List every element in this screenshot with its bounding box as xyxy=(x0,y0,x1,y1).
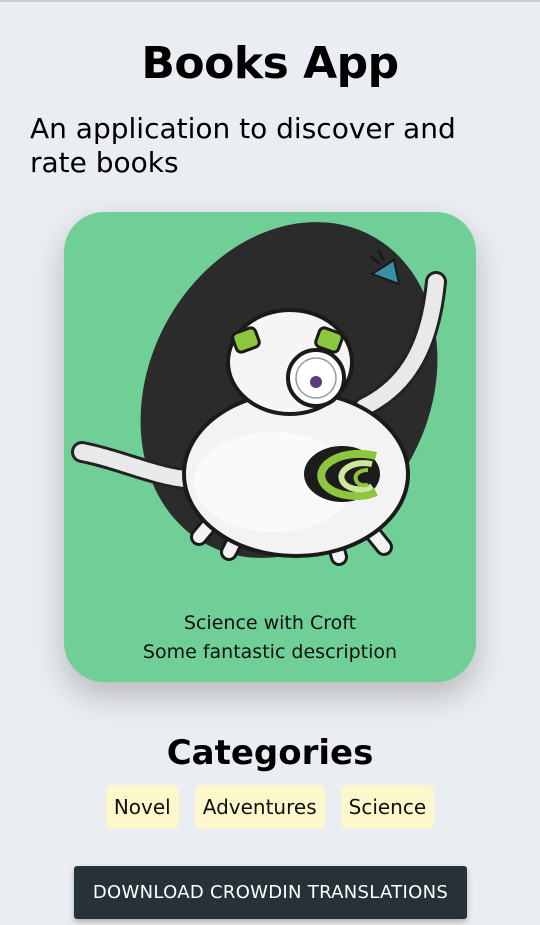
app-subtitle: An application to discover and rate book… xyxy=(30,112,456,179)
download-translations-button[interactable]: DOWNLOAD CROWDIN TRANSLATIONS xyxy=(74,866,467,919)
book-card[interactable]: Science with Croft Some fantastic descri… xyxy=(64,212,476,682)
card-description: Some fantastic description xyxy=(142,641,398,663)
card-title: Science with Croft xyxy=(183,612,357,634)
top-divider xyxy=(0,0,540,2)
category-chip-science[interactable]: Science xyxy=(340,785,435,829)
category-chip-list: Novel Adventures Science xyxy=(0,785,540,829)
category-chip-novel[interactable]: Novel xyxy=(105,785,179,829)
categories-heading: Categories xyxy=(166,733,374,773)
category-chip-adventures[interactable]: Adventures xyxy=(194,785,325,829)
app-title: Books App xyxy=(141,38,399,89)
